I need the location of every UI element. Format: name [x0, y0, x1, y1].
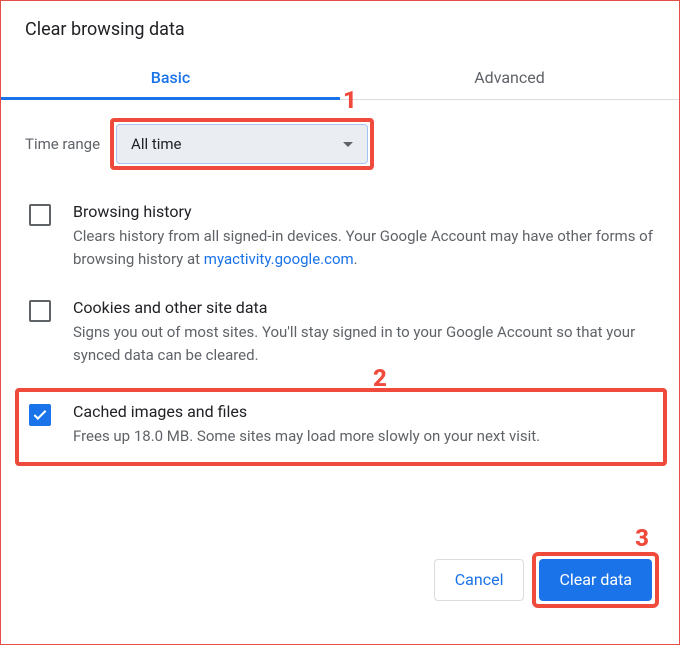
option-cookies: Cookies and other site data Signs you ou… [25, 292, 659, 388]
clear-browsing-data-dialog: Clear browsing data Basic Advanced Time … [1, 1, 679, 620]
callout-1: 1 [343, 86, 357, 114]
dialog-buttons: Cancel 3 Clear data [25, 552, 659, 608]
time-range-select[interactable]: All time [116, 124, 368, 164]
callout-box-3: 3 Clear data [532, 552, 659, 608]
chevron-down-icon [343, 142, 353, 147]
option-desc: Clears history from all signed-in device… [73, 225, 659, 270]
cancel-button[interactable]: Cancel [434, 559, 525, 601]
callout-box-1: All time [110, 118, 374, 170]
option-browsing-history: Browsing history Clears history from all… [25, 196, 659, 292]
myactivity-link[interactable]: myactivity.google.com [204, 250, 354, 268]
callout-2: 2 [373, 364, 387, 392]
option-desc: Signs you out of most sites. You'll stay… [73, 321, 659, 366]
checkbox-cache[interactable] [29, 404, 51, 426]
tab-basic[interactable]: Basic [1, 56, 340, 99]
dialog-title: Clear browsing data [25, 19, 659, 40]
tabs: Basic Advanced [1, 56, 679, 100]
option-desc: Frees up 18.0 MB. Some sites may load mo… [73, 425, 659, 448]
checkmark-icon [34, 407, 47, 420]
option-title: Browsing history [73, 202, 659, 221]
option-title: Cookies and other site data [73, 298, 659, 317]
time-range-label: Time range [25, 135, 100, 153]
checkbox-browsing-history[interactable] [29, 204, 51, 226]
callout-3: 3 [635, 524, 649, 552]
time-range-row: Time range All time 1 [25, 118, 659, 170]
checkbox-cookies[interactable] [29, 300, 51, 322]
option-title: Cached images and files [73, 402, 659, 421]
tab-advanced[interactable]: Advanced [340, 56, 679, 99]
clear-data-button[interactable]: Clear data [539, 559, 652, 601]
time-range-value: All time [131, 135, 181, 153]
option-cache: Cached images and files Frees up 18.0 MB… [15, 388, 667, 466]
